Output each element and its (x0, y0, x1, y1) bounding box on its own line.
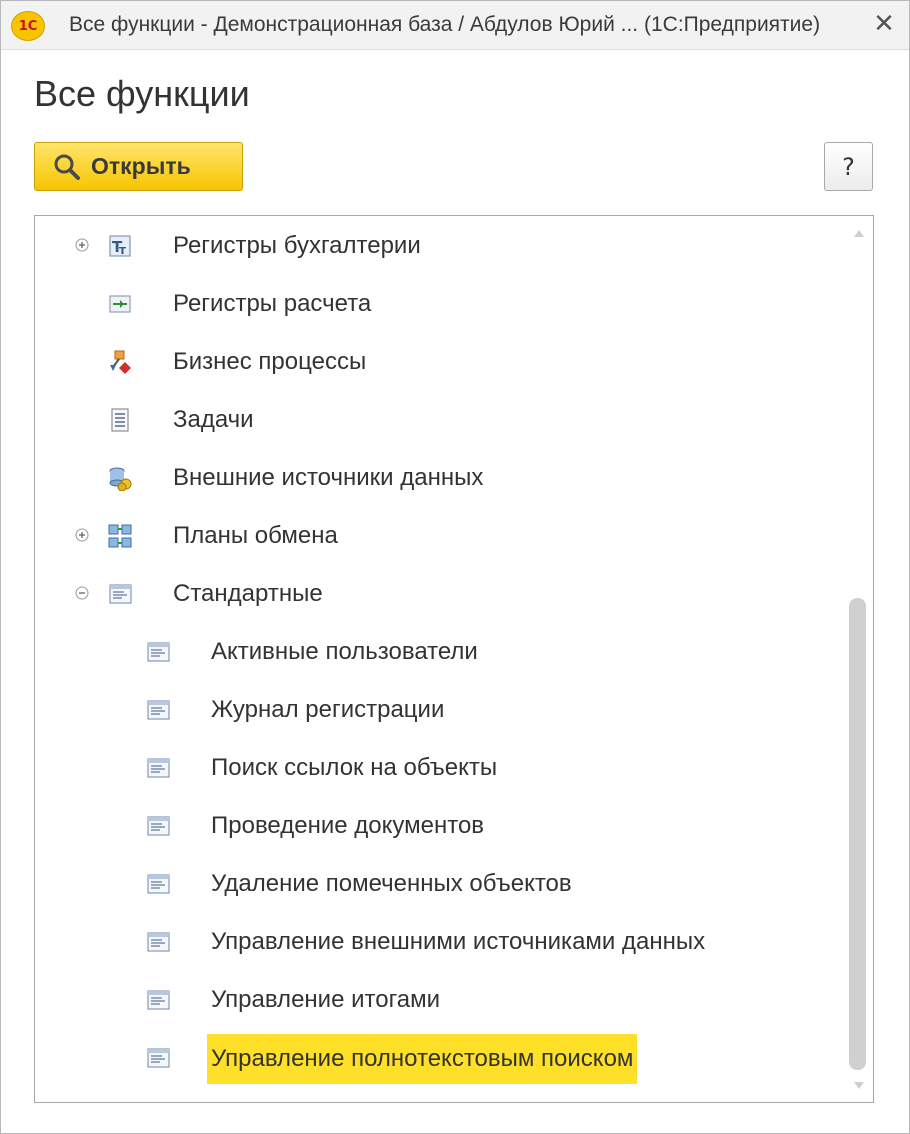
tree-item[interactable]: Регистры расчета (35, 276, 845, 334)
processing-icon (145, 697, 171, 723)
tree-item-label: Проведение документов (211, 812, 485, 839)
expand-icon[interactable] (75, 238, 89, 252)
tree-item-label: Поиск ссылок на объекты (211, 754, 498, 781)
task-icon (107, 407, 133, 433)
tree-item-label: Планы обмена (173, 522, 338, 549)
close-button[interactable]: ✕ (869, 9, 899, 39)
window-title: Все функции - Демонстрационная база / Аб… (69, 13, 821, 36)
processing-icon (145, 987, 171, 1013)
tree-item-label: Управление внешними источниками данных (211, 928, 706, 955)
scrollbar-thumb[interactable] (849, 598, 866, 1070)
window: 1С Все функции - Демонстрационная база /… (0, 0, 910, 1134)
help-button[interactable]: ? (824, 142, 873, 191)
tree-item[interactable]: Задачи (35, 392, 845, 450)
collapse-icon[interactable] (75, 586, 89, 600)
business-process-icon (107, 349, 133, 375)
tree-item[interactable]: Тт Регистры бухгалтерии (35, 218, 845, 276)
accounting-register-icon: Тт (107, 233, 133, 259)
svg-text:т: т (119, 243, 126, 257)
open-button[interactable]: Открыть (34, 142, 243, 191)
tree-item[interactable]: Стандартные (35, 566, 845, 624)
tree-item-label: Стандартные (173, 580, 323, 607)
tree-item-label: Бизнес процессы (173, 348, 367, 375)
tree-item[interactable]: Журнал регистрации (35, 682, 845, 740)
page-title: Все функции (34, 73, 250, 114)
processing-icon (145, 755, 171, 781)
tree-item[interactable]: Управление итогами (35, 972, 845, 1030)
tree-item[interactable]: Поиск ссылок на объекты (35, 740, 845, 798)
app-logo-icon: 1С (11, 11, 45, 41)
tree-item-label: Регистры бухгалтерии (173, 232, 421, 259)
tree-item-label: Регистры расчета (173, 290, 372, 317)
tree-item[interactable]: Управление внешними источниками данных (35, 914, 845, 972)
calculation-register-icon (107, 291, 133, 317)
tree-item-label: Журнал регистрации (211, 696, 445, 723)
external-data-source-icon (107, 465, 133, 492)
tree-item[interactable]: Внешние источники данных (35, 450, 845, 508)
tree-item-label: Управление итогами (211, 986, 441, 1013)
processing-icon (145, 929, 171, 955)
tree-item[interactable]: Планы обмена (35, 508, 845, 566)
exchange-plan-icon (107, 523, 133, 549)
functions-tree[interactable]: Тт Регистры бухгалтерии Регистры расчета Би… (34, 215, 874, 1103)
tree-item[interactable]: Активные пользователи (35, 624, 845, 682)
processing-icon (145, 1045, 171, 1071)
tree-item[interactable]: Бизнес процессы (35, 334, 845, 392)
tree-item-label: Задачи (173, 406, 254, 433)
scroll-up-arrow-icon[interactable] (849, 226, 869, 240)
tree-item[interactable]: Удаление помеченных объектов (35, 856, 845, 914)
tree-item[interactable]: Проведение документов (35, 798, 845, 856)
processing-icon (145, 871, 171, 897)
processing-icon (145, 813, 171, 839)
magnifier-icon (54, 154, 80, 180)
tree-item-label: Удаление помеченных объектов (211, 870, 572, 897)
vertical-scrollbar[interactable] (849, 226, 869, 1092)
expand-icon[interactable] (75, 528, 89, 542)
tree-item-label: Активные пользователи (211, 638, 478, 665)
open-button-label: Открыть (91, 153, 191, 179)
tree-item-label: Внешние источники данных (173, 464, 484, 491)
tree-item[interactable]: Управление полнотекстовым поиском (35, 1030, 845, 1088)
title-bar: 1С Все функции - Демонстрационная база /… (1, 1, 909, 50)
processing-icon (107, 581, 133, 607)
tree-item-label: Управление полнотекстовым поиском (207, 1034, 638, 1084)
scroll-down-arrow-icon[interactable] (849, 1078, 869, 1092)
processing-icon (145, 639, 171, 665)
